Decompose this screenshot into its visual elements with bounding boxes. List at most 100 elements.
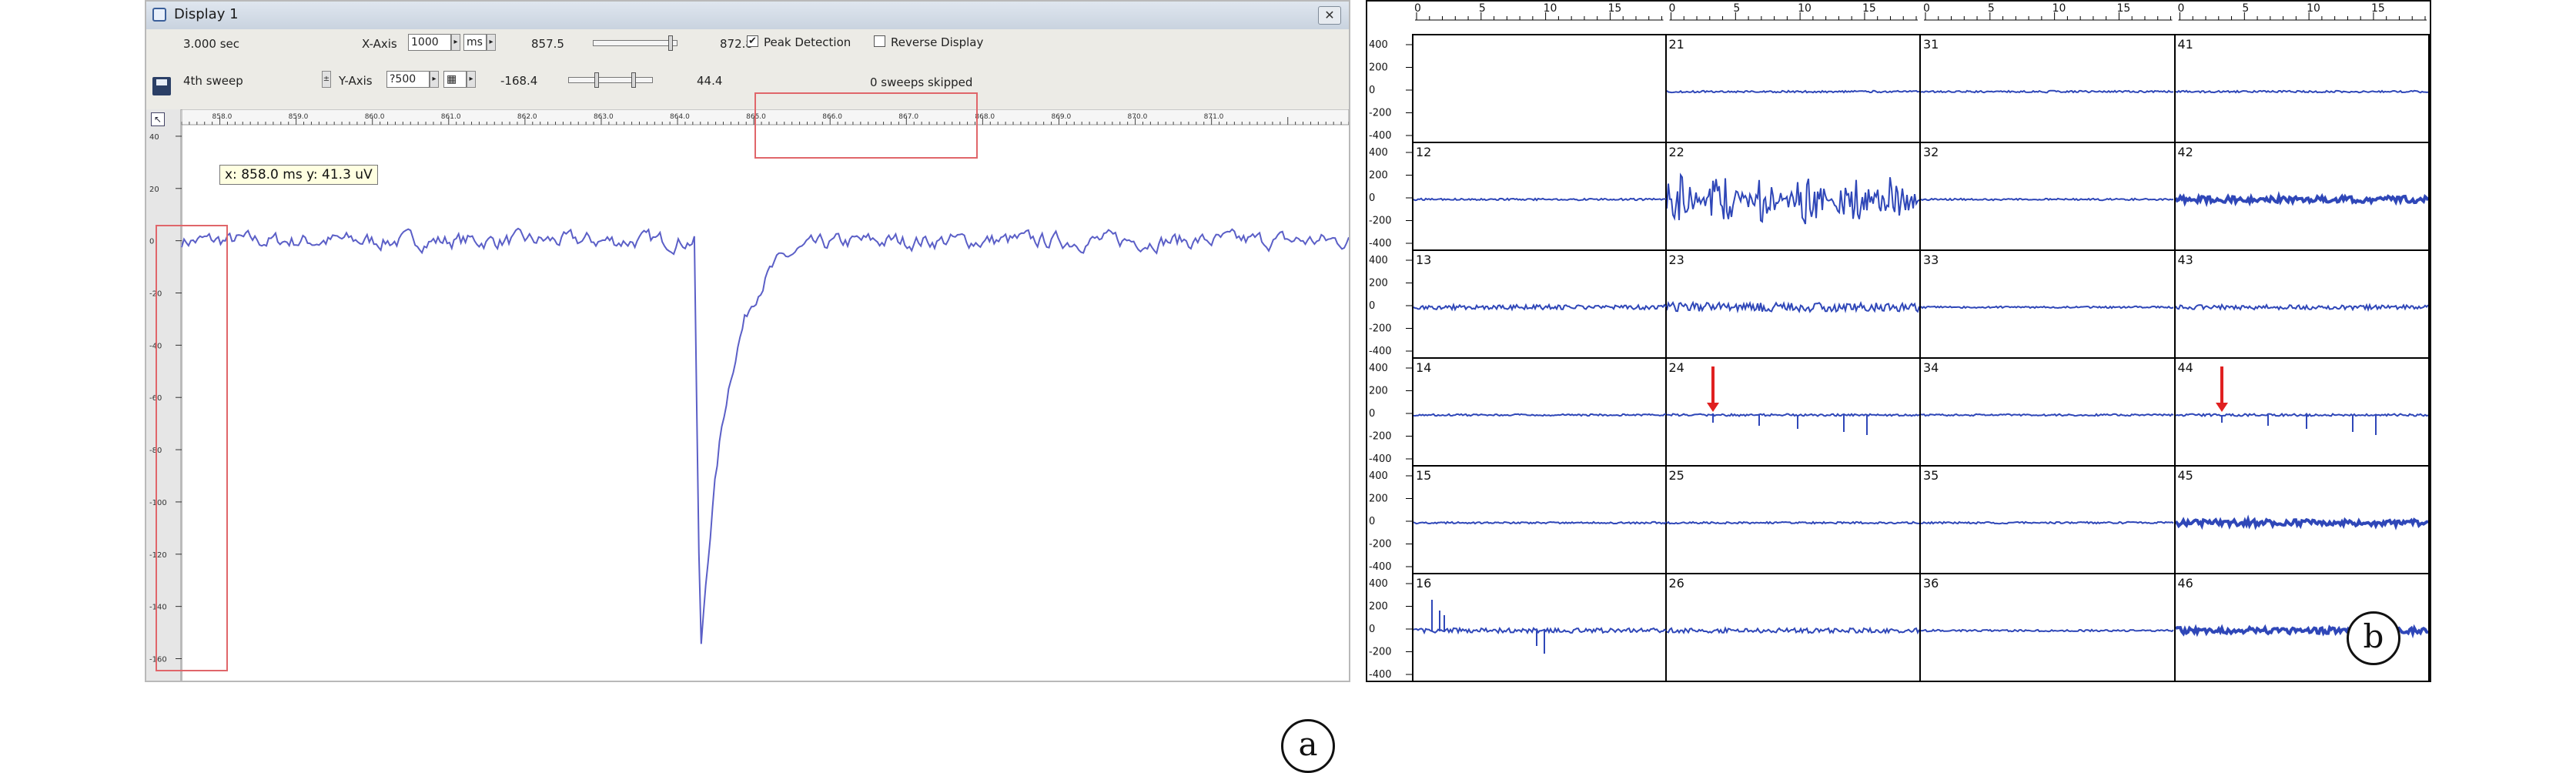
x-axis-unit-spinner[interactable]: ▸ — [487, 34, 496, 51]
y-axis-scale-input[interactable]: ?500 — [386, 71, 430, 88]
electrode-trace — [2176, 91, 2428, 92]
display-window: Display 1 ✕ 3.000 sec 4th sweep X-Axis 1… — [145, 0, 1350, 682]
y-tick-label: 0 — [149, 238, 154, 246]
electrode-trace — [2176, 305, 2428, 310]
electrode-trace-svg — [1921, 359, 2174, 465]
electrode-cell[interactable] — [1412, 35, 1667, 143]
electrode-cell[interactable]: 34 — [1921, 359, 2176, 467]
electrode-cell[interactable]: 12 — [1412, 143, 1667, 251]
x-tick-label: 861.0 — [441, 113, 461, 121]
time-axis: 051015051015051015051015 — [1412, 2, 2430, 35]
electrode-trace-svg — [1921, 574, 2174, 681]
time-axis-label: 5 — [2242, 2, 2249, 15]
highlight-box-x-axis — [754, 92, 978, 159]
electrode-cell[interactable]: 31 — [1921, 35, 2176, 143]
window-icon — [152, 8, 166, 22]
electrode-cell[interactable]: 32 — [1921, 143, 2176, 251]
save-icon[interactable] — [152, 77, 171, 95]
control-panel: 3.000 sec 4th sweep X-Axis 1000 ▸ ms ▸ 8… — [146, 29, 1349, 110]
amplitude-label: -400 — [1369, 453, 1392, 465]
electrode-trace-svg — [2176, 359, 2429, 465]
time-axis-label: 0 — [1669, 2, 1676, 15]
electrode-trace — [1667, 414, 1919, 417]
electrode-cell[interactable]: 43 — [2176, 251, 2430, 359]
electrode-trace — [1413, 522, 1666, 524]
electrode-trace — [1413, 628, 1666, 633]
electrode-cell[interactable]: 24 — [1667, 359, 1922, 467]
reverse-display-checkbox[interactable] — [874, 35, 885, 47]
y-axis-mode-select[interactable]: ▦ — [443, 71, 467, 88]
window-title: Display 1 — [174, 6, 239, 22]
electrode-cell[interactable]: 41 — [2176, 35, 2430, 143]
electrode-trace-svg — [1667, 359, 1920, 465]
duration-text: 3.000 sec — [183, 37, 239, 51]
y-axis-zoom-spinner[interactable]: ± — [322, 71, 331, 88]
electrode-cell[interactable]: 23 — [1667, 251, 1922, 359]
electrode-trace-svg — [1921, 35, 2174, 142]
amplitude-label: 200 — [1369, 601, 1388, 613]
plot-area: ↖ 858.0859.0860.0861.0862.0863.0864.0865… — [146, 109, 1349, 681]
electrode-grid: 213141 12223242 13233343 14243444 15253545 16… — [1412, 34, 2430, 682]
electrode-cell[interactable]: 26 — [1667, 574, 1922, 682]
electrode-cell[interactable]: 21 — [1667, 35, 1922, 143]
electrode-trace-svg — [1667, 251, 1920, 357]
electrode-cell[interactable]: 13 — [1412, 251, 1667, 359]
y-range-slider-thumb-high[interactable] — [631, 72, 636, 88]
x-axis-scale-spinner[interactable]: ▸ — [451, 34, 460, 51]
x-tick-label: 863.0 — [594, 113, 614, 121]
amplitude-label: 200 — [1369, 170, 1388, 182]
electrode-trace-svg — [1667, 35, 1920, 142]
electrode-trace — [1413, 305, 1666, 310]
time-axis-label: 10 — [1798, 2, 1812, 15]
electrode-cell[interactable]: 16 — [1412, 574, 1667, 682]
electrode-cell[interactable]: 45 — [2176, 467, 2430, 574]
electrode-cell[interactable]: 15 — [1412, 467, 1667, 574]
time-axis-label: 15 — [2116, 2, 2130, 15]
peak-detection-checkbox[interactable]: ✔ — [747, 35, 758, 47]
amplitude-label: -200 — [1369, 539, 1392, 550]
y-axis-scale-spinner[interactable]: ▸ — [430, 71, 439, 88]
x-axis-scale-input[interactable]: 1000 — [408, 34, 451, 51]
electrode-trace — [1413, 199, 1666, 200]
electrode-cell[interactable]: 42 — [2176, 143, 2430, 251]
time-axis-label: 0 — [1923, 2, 1930, 15]
electrode-trace-svg — [1413, 251, 1667, 357]
x-range-slider[interactable] — [593, 40, 677, 46]
x-min-value: 857.5 — [531, 37, 564, 51]
highlight-box-y-axis — [156, 225, 228, 671]
electrode-trace — [1921, 306, 2173, 308]
amplitude-label: 400 — [1369, 363, 1388, 374]
amplitude-label: 0 — [1369, 516, 1375, 527]
electrode-cell[interactable]: 14 — [1412, 359, 1667, 467]
amplitude-label: -200 — [1369, 431, 1392, 443]
amplitude-label: 400 — [1369, 39, 1388, 51]
electrode-cell[interactable]: 44 — [2176, 359, 2430, 467]
time-axis-label: 0 — [1414, 2, 1421, 15]
x-axis-unit-select[interactable]: ms — [463, 34, 487, 51]
amplitude-label: -400 — [1369, 669, 1392, 681]
electrode-trace-svg — [1667, 574, 1920, 681]
time-axis-label: 15 — [1607, 2, 1621, 15]
close-button[interactable]: ✕ — [1318, 6, 1341, 25]
y-axis-mode-spinner[interactable]: ▸ — [467, 71, 476, 88]
waveform-plot[interactable]: 858.0859.0860.0861.0862.0863.0864.0865.0… — [146, 109, 1349, 681]
electrode-cell[interactable]: 25 — [1667, 467, 1922, 574]
electrode-cell[interactable]: 33 — [1921, 251, 2176, 359]
y-range-slider[interactable] — [568, 77, 653, 83]
y-range-slider-thumb-low[interactable] — [594, 72, 599, 88]
waveform-trace — [182, 229, 1349, 644]
sweeps-skipped-text: 0 sweeps skipped — [870, 75, 972, 89]
electrode-trace-svg — [1413, 359, 1667, 465]
electrode-trace — [1921, 199, 2173, 200]
time-axis-label: 10 — [2052, 2, 2066, 15]
x-tick-label: 862.0 — [517, 113, 537, 121]
electrode-trace — [1921, 522, 2173, 524]
electrode-cell[interactable]: 22 — [1667, 143, 1922, 251]
x-range-slider-thumb[interactable] — [668, 35, 673, 51]
amplitude-label: -200 — [1369, 647, 1392, 658]
electrode-cell[interactable]: 35 — [1921, 467, 2176, 574]
electrode-cell[interactable]: 36 — [1921, 574, 2176, 682]
electrode-trace-svg — [2176, 143, 2429, 249]
amplitude-axes: 4002000-200-4004002000-200-4004002000-20… — [1367, 34, 1413, 682]
window-titlebar: Display 1 ✕ — [146, 2, 1349, 30]
